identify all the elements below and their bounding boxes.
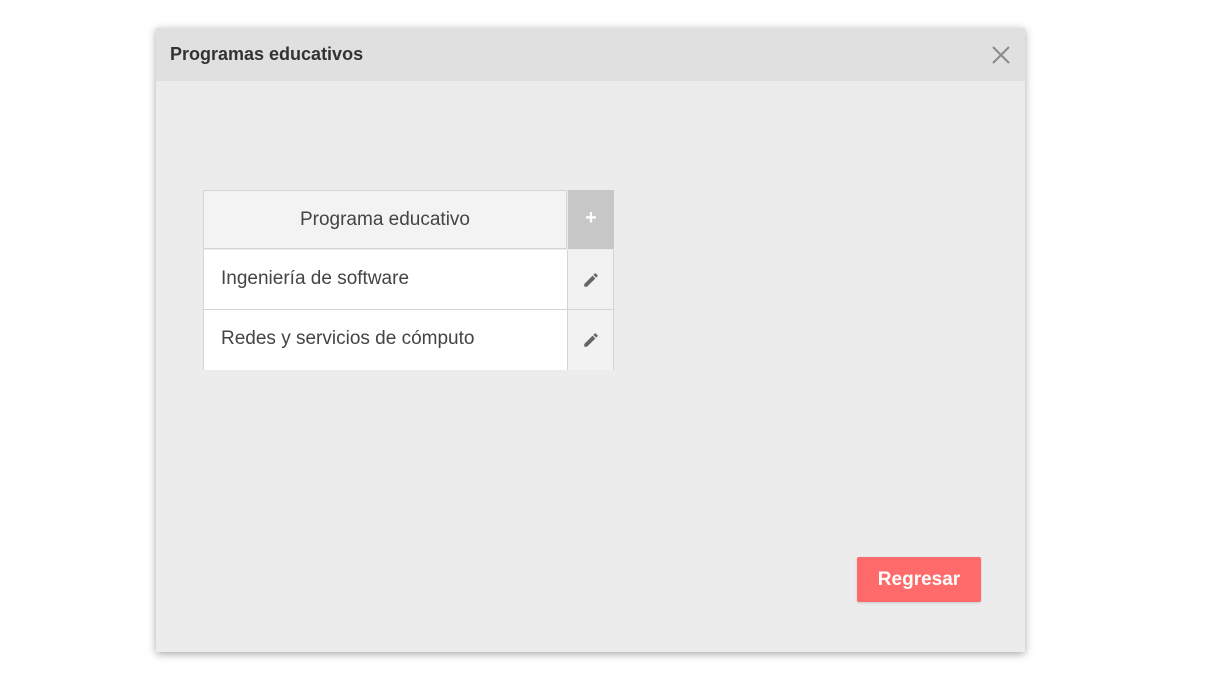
table-cell: Ingeniería de software bbox=[203, 250, 568, 310]
table-cell: Redes y servicios de cómputo bbox=[203, 310, 568, 370]
column-header-programa: Programa educativo bbox=[299, 209, 471, 230]
close-icon[interactable] bbox=[991, 45, 1011, 65]
programs-table: Programa educativo + Ingeniería de softw… bbox=[203, 190, 614, 370]
program-name: Redes y servicios de cómputo bbox=[221, 328, 475, 349]
dialog-title: Programas educativos bbox=[170, 44, 364, 64]
back-button[interactable]: Regresar bbox=[857, 557, 981, 602]
dialog-header: Programas educativos bbox=[156, 28, 1025, 81]
pencil-icon bbox=[584, 273, 598, 287]
table-row: Redes y servicios de cómputo bbox=[203, 310, 614, 370]
edit-button[interactable] bbox=[567, 310, 614, 370]
dialog: Programas educativos Programa educativo … bbox=[156, 28, 1025, 652]
table-row: Ingeniería de software bbox=[203, 250, 614, 310]
edit-button[interactable] bbox=[567, 250, 614, 310]
table-header: Programa educativo bbox=[203, 190, 567, 249]
program-name: Ingeniería de software bbox=[221, 268, 410, 289]
add-button[interactable]: + bbox=[568, 190, 614, 249]
pencil-icon bbox=[584, 333, 598, 347]
